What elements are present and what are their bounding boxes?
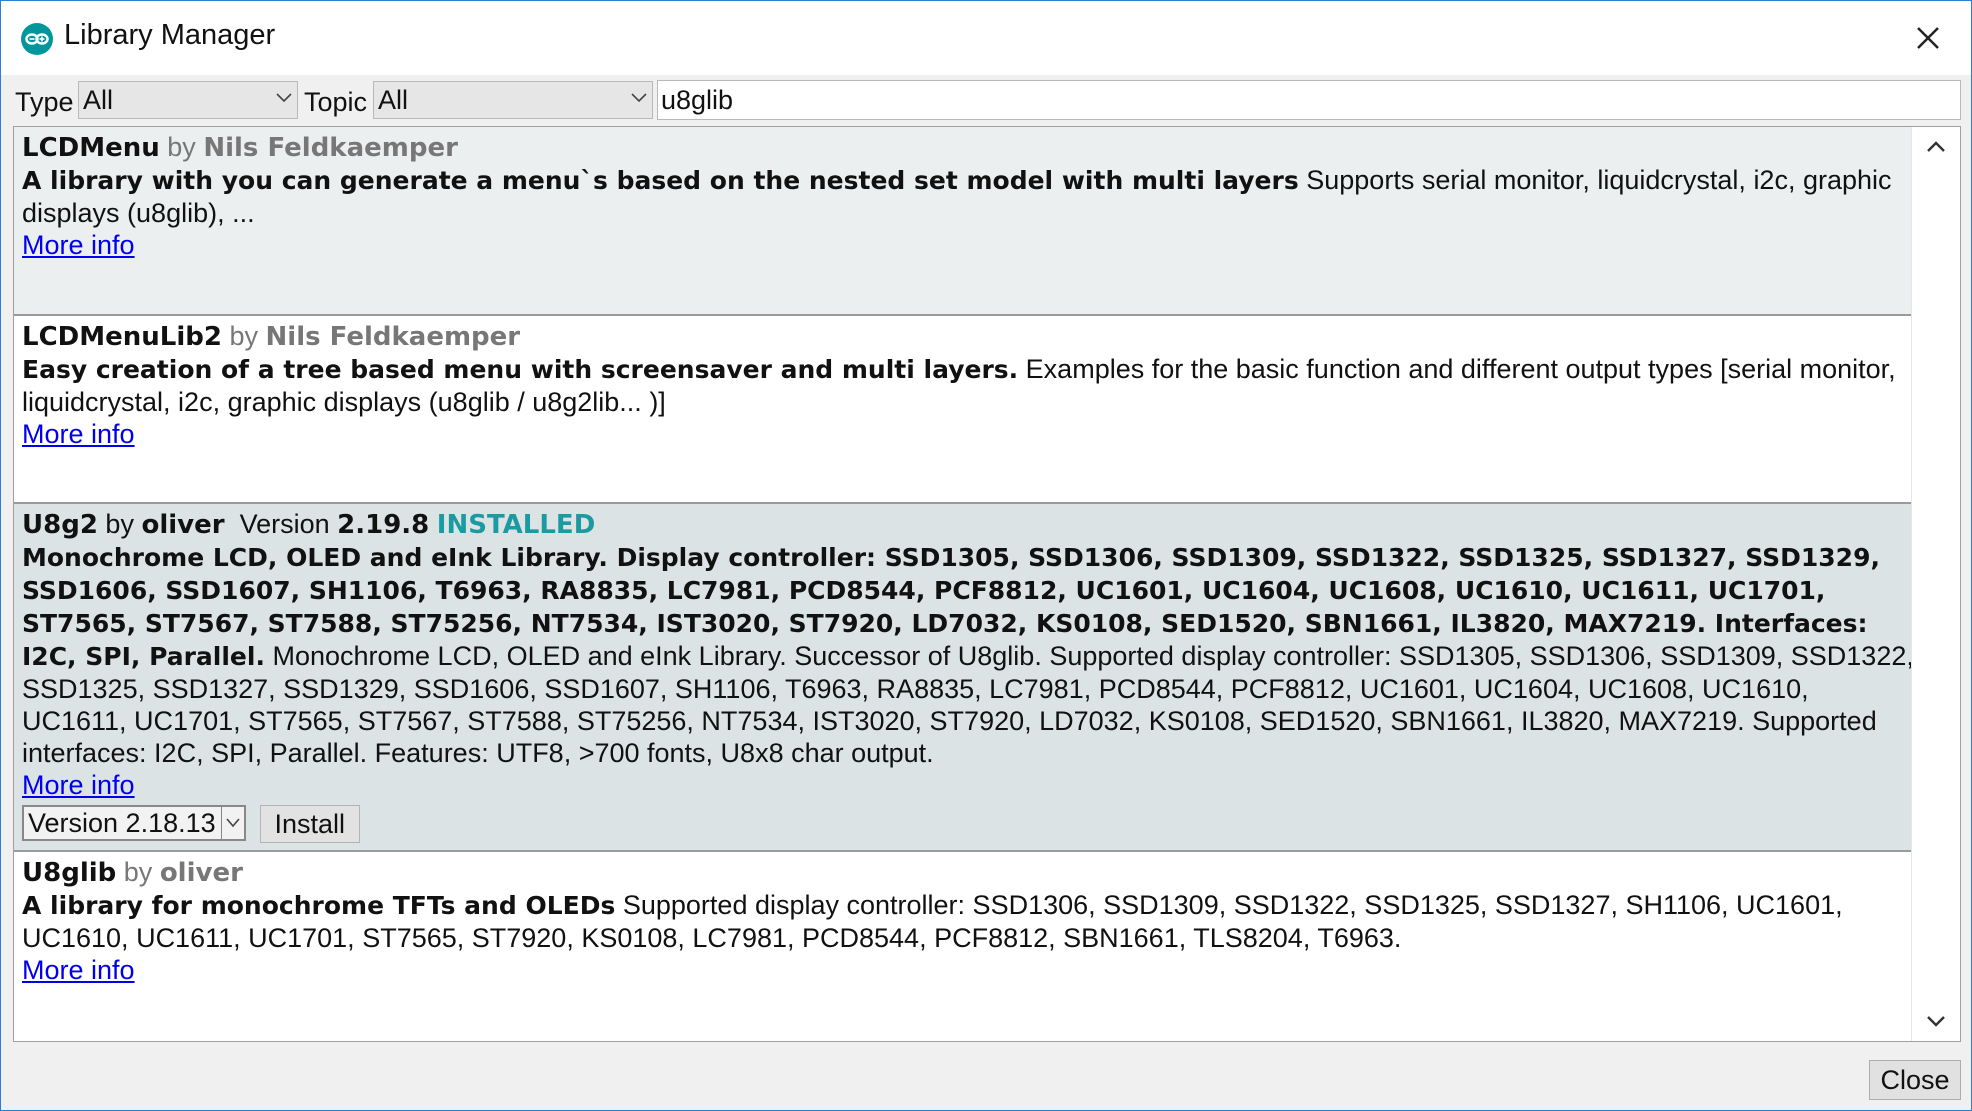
list-item[interactable]: LCDMenu by Nils Feldkaemper A library wi… — [14, 127, 1918, 316]
by-label: by — [167, 132, 196, 162]
library-summary: Easy creation of a tree based menu with … — [22, 355, 1019, 384]
dropdown-divider — [221, 807, 222, 839]
more-info-link[interactable]: More info — [22, 230, 135, 260]
chevron-up-icon[interactable] — [1924, 135, 1948, 159]
chevron-down-icon — [631, 93, 647, 103]
library-name: U8glib — [22, 858, 117, 888]
search-input[interactable] — [657, 80, 1961, 120]
topic-label: Topic — [304, 87, 368, 117]
window-title: Library Manager — [64, 19, 276, 51]
library-author: Nils Feldkaemper — [265, 322, 521, 352]
arduino-logo-icon — [21, 23, 53, 55]
library-description: Monochrome LCD, OLED and eInk Library. S… — [22, 641, 1914, 768]
by-label: by — [123, 857, 153, 887]
close-button[interactable]: Close — [1869, 1060, 1961, 1100]
library-author: Nils Feldkaemper — [203, 133, 458, 163]
more-info-link[interactable]: More info — [22, 955, 135, 985]
library-author: oliver — [141, 510, 225, 540]
filter-bar: Type All Topic All — [1, 75, 1971, 123]
install-button[interactable]: Install — [259, 805, 361, 843]
vertical-scrollbar[interactable] — [1911, 127, 1960, 1041]
installed-badge: INSTALLED — [436, 510, 596, 540]
by-label: by — [229, 321, 258, 351]
title-bar: Library Manager — [1, 1, 1971, 75]
list-item[interactable]: U8glib by oliver A library for monochrom… — [14, 852, 1918, 1041]
close-icon[interactable] — [1905, 15, 1951, 61]
library-manager-window: Library Manager Type All Topic All u8gli… — [0, 0, 1972, 1111]
library-summary: A library for monochrome TFTs and OLEDs — [22, 891, 616, 920]
list-item[interactable]: LCDMenuLib2 by Nils Feldkaemper Easy cre… — [14, 316, 1918, 504]
version-label: Version — [239, 509, 330, 539]
library-list: LCDMenu by Nils Feldkaemper A library wi… — [13, 126, 1961, 1042]
library-summary: A library with you can generate a menu`s… — [22, 166, 1299, 195]
chevron-down-icon[interactable] — [1924, 1009, 1948, 1033]
more-info-link[interactable]: More info — [22, 770, 135, 800]
list-item-selected[interactable]: U8g2 by oliver Version 2.19.8 INSTALLED … — [14, 504, 1918, 852]
more-info-link[interactable]: More info — [22, 419, 135, 449]
library-name: U8g2 — [22, 510, 98, 540]
installed-version: 2.19.8 — [337, 510, 430, 540]
library-name: LCDMenu — [22, 133, 160, 163]
topic-select[interactable]: All — [373, 81, 653, 119]
topic-select-value: All — [378, 85, 409, 115]
type-select-value: All — [83, 85, 114, 115]
library-author: oliver — [159, 858, 243, 888]
by-label: by — [105, 509, 134, 539]
library-name: LCDMenuLib2 — [22, 322, 222, 352]
type-select[interactable]: All — [78, 81, 298, 119]
chevron-down-icon — [226, 818, 240, 828]
version-select[interactable]: Version 2.18.13 — [22, 805, 246, 841]
version-select-value: Version 2.18.13 — [28, 808, 216, 838]
type-label: Type — [15, 87, 74, 117]
chevron-down-icon — [276, 93, 292, 103]
